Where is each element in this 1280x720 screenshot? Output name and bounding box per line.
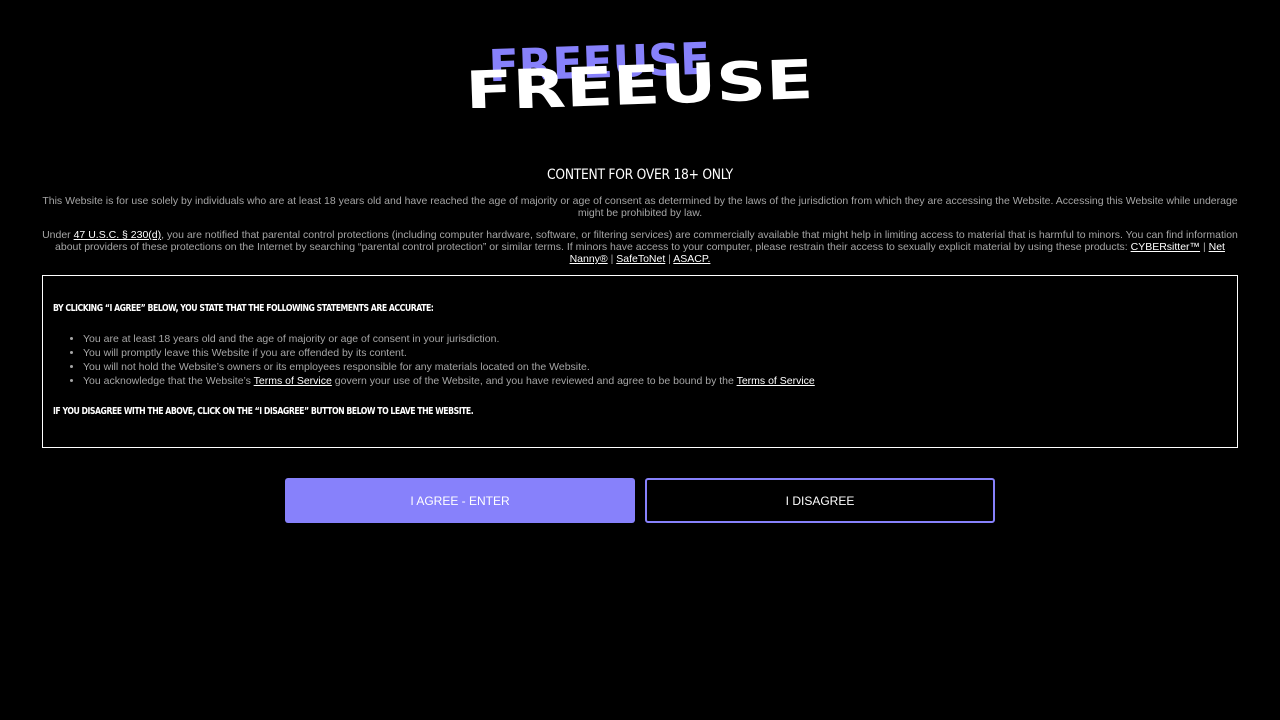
separator: | <box>607 253 617 265</box>
terms-heading: BY CLICKING “I AGREE” BELOW, YOU STATE T… <box>53 303 434 314</box>
safetonet-link[interactable]: SafeToNet <box>616 253 665 265</box>
list-item: You will promptly leave this Website if … <box>83 346 815 360</box>
list-item-text: govern your use of the Website, and you … <box>331 375 737 387</box>
asacp-link[interactable]: ASACP. <box>673 253 710 265</box>
list-item: You are at least 18 years old and the ag… <box>83 332 815 346</box>
notice-prefix: Under <box>42 229 74 241</box>
terms-box: BY CLICKING “I AGREE” BELOW, YOU STATE T… <box>42 275 1238 448</box>
notice-body: , you are notified that parental control… <box>55 229 1238 253</box>
terms-of-service-link[interactable]: Terms of Service <box>254 375 332 387</box>
age-requirement-text: This Website is for use solely by indivi… <box>42 195 1238 219</box>
list-item: You will not hold the Website’s owners o… <box>83 360 815 374</box>
cybersitter-link[interactable]: CYBERsitter™ <box>1131 241 1200 253</box>
agree-enter-button[interactable]: I AGREE - ENTER <box>285 478 635 523</box>
terms-list: You are at least 18 years old and the ag… <box>53 332 815 388</box>
separator: | <box>1200 241 1209 253</box>
page-title: CONTENT FOR OVER 18+ ONLY <box>547 167 733 183</box>
terms-of-service-link[interactable]: Terms of Service <box>737 375 815 387</box>
disagree-button[interactable]: I DISAGREE <box>645 478 995 523</box>
list-item-text: You acknowledge that the Website’s <box>83 375 254 387</box>
disagree-instructions: IF YOU DISAGREE WITH THE ABOVE, CLICK ON… <box>53 406 474 417</box>
parental-control-notice: Under 47 U.S.C. § 230(d), you are notifi… <box>42 229 1238 265</box>
list-item: You acknowledge that the Website’s Terms… <box>83 374 815 388</box>
freeuse-logo: FREEUSE FREEUSE <box>465 36 815 108</box>
law-link[interactable]: 47 U.S.C. § 230(d) <box>74 229 162 241</box>
